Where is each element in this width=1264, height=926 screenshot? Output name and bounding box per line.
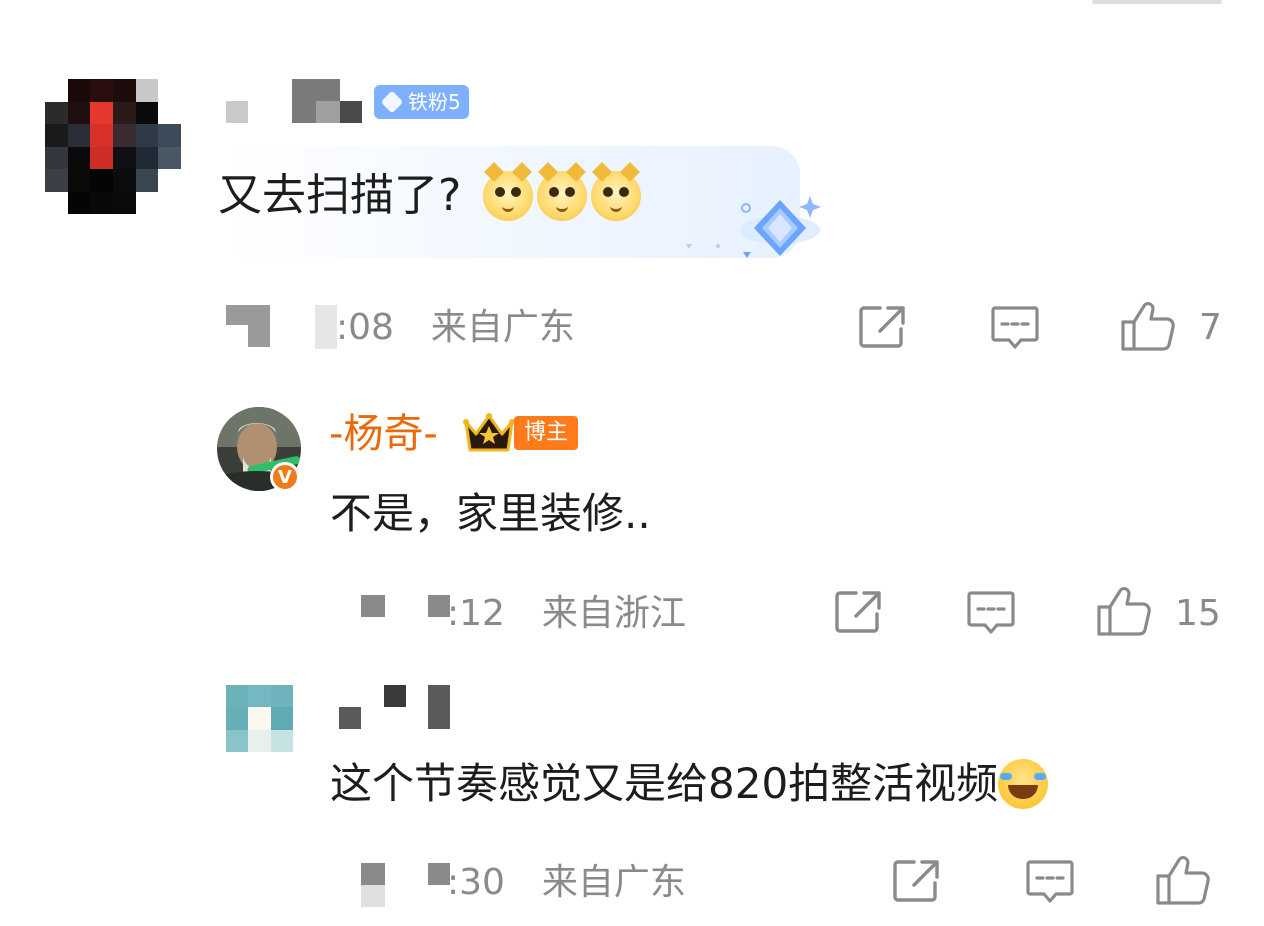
- reply-two-name-obscured[interactable]: [339, 685, 454, 731]
- comment-meta: :08 来自广东: [336, 308, 575, 348]
- doge-emoji: [483, 162, 534, 221]
- comment-text-row[interactable]: 又去扫描了?: [218, 162, 642, 224]
- author-reply-share-button[interactable]: [834, 589, 884, 635]
- reply-two-avatar[interactable]: [226, 685, 293, 752]
- comment-location: 来自广东: [430, 307, 575, 348]
- commenter-name-obscured[interactable]: [226, 79, 366, 125]
- author-reply-location: 来自浙江: [541, 593, 686, 634]
- laugh-cry-emoji: [998, 759, 1049, 809]
- reply-two-share-button[interactable]: [892, 858, 942, 904]
- share-icon: [859, 306, 905, 348]
- author-reply-meta: :12 来自浙江: [447, 594, 686, 634]
- thumbs-up-icon: [1121, 302, 1175, 351]
- like-count: 7: [1199, 307, 1222, 348]
- author-reply-reply-button[interactable]: [966, 589, 1016, 637]
- reply-two-reply-button[interactable]: [1025, 858, 1075, 906]
- reply-two-time: :30: [447, 862, 505, 903]
- fan-level-badge[interactable]: 铁粉5: [374, 85, 469, 119]
- doge-emoji: [537, 162, 588, 221]
- comment-icon: [991, 306, 1039, 349]
- diamond-icon: [380, 90, 404, 114]
- share-icon: [893, 860, 939, 902]
- author-reply-like-count: 15: [1175, 593, 1221, 634]
- reply-two-time-obscured: [361, 863, 451, 909]
- thumbs-up-icon: [1156, 856, 1210, 905]
- fan-bubble-diamond-decoration: [686, 196, 821, 258]
- author-reply-like-button[interactable]: [1096, 585, 1152, 637]
- comment-time: :08: [336, 307, 394, 348]
- author-reply-text[interactable]: 不是，家里装修..: [330, 486, 651, 542]
- thumbs-up-icon: [1097, 587, 1151, 636]
- reply-button[interactable]: [990, 304, 1040, 352]
- share-button[interactable]: [858, 304, 908, 350]
- author-name[interactable]: -杨奇-: [329, 410, 438, 458]
- doge-emoji: [591, 162, 642, 221]
- like-button[interactable]: [1120, 300, 1176, 352]
- truncated-header-remnant: [1092, 0, 1222, 4]
- comment-text: 又去扫描了?: [218, 170, 462, 221]
- verified-v-badge: V: [270, 462, 300, 492]
- comment-icon: [1026, 860, 1074, 903]
- author-reply-time-obscured: [361, 595, 451, 619]
- host-badge-label: 博主: [514, 416, 579, 450]
- reply-two-location: 来自广东: [541, 862, 686, 903]
- reply-two-text: 这个节奏感觉又是给820拍整活视频: [330, 759, 999, 808]
- reply-two-like-button[interactable]: [1155, 854, 1211, 906]
- comment-meta-time: [226, 305, 346, 349]
- comment-icon: [967, 591, 1015, 634]
- host-badge[interactable]: 博主: [462, 412, 579, 454]
- fan-badge-label: 铁粉5: [408, 90, 461, 114]
- reply-two-text-row[interactable]: 这个节奏感觉又是给820拍整活视频: [330, 756, 1049, 812]
- reply-two-meta: :30 来自广东: [447, 863, 686, 903]
- share-icon: [835, 591, 881, 633]
- author-reply-time: :12: [447, 593, 505, 634]
- crown-icon: [463, 413, 515, 452]
- commenter-avatar[interactable]: [45, 79, 181, 214]
